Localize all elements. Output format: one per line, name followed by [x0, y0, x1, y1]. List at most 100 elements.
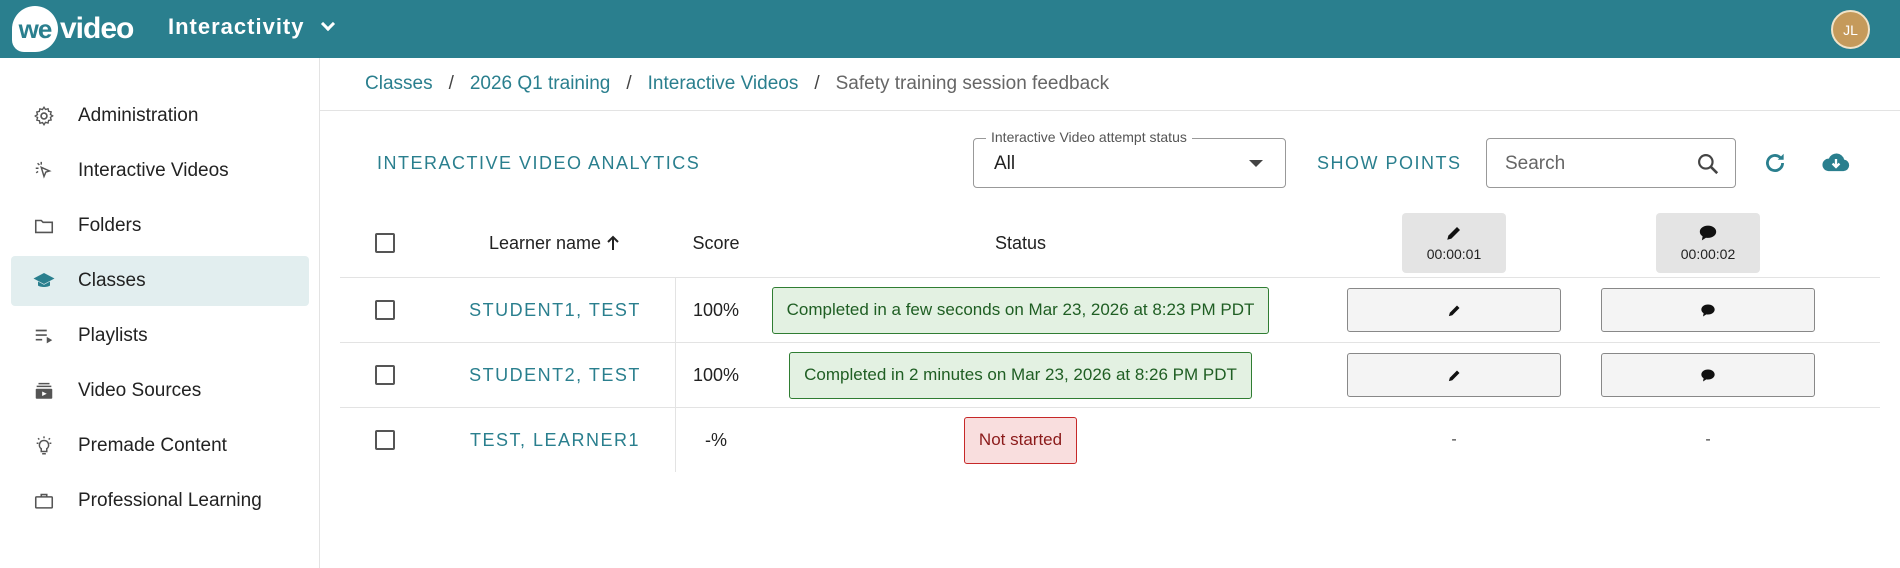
- row-select-cell: [340, 343, 430, 407]
- avatar[interactable]: JL: [1831, 10, 1870, 49]
- wevideo-logo[interactable]: we video: [12, 6, 134, 52]
- search-input[interactable]: [1505, 151, 1685, 177]
- attempt-status-value: All: [994, 153, 1016, 174]
- cursor-click-icon: [31, 158, 57, 184]
- learner-name-header: Learner name: [488, 232, 602, 253]
- breadcrumb-classes[interactable]: Classes: [365, 73, 433, 95]
- status-cell: Completed in 2 minutes on Mar 23, 2026 a…: [757, 343, 1284, 407]
- status-cell: Completed in a few seconds on Mar 23, 20…: [757, 278, 1284, 342]
- header-interaction-1: 00:00:01: [1347, 208, 1561, 278]
- download-icon[interactable]: [1820, 147, 1852, 179]
- top-bar: we video Interactivity JL: [0, 0, 1900, 58]
- comment-icon: [1698, 224, 1718, 242]
- interaction-1-button[interactable]: [1347, 353, 1561, 397]
- breadcrumb-class[interactable]: 2026 Q1 training: [470, 73, 611, 95]
- show-points-button[interactable]: SHOW POINTS: [1317, 153, 1462, 174]
- logo-text: video: [60, 12, 134, 45]
- status-badge: Not started: [963, 416, 1078, 464]
- page-title: INTERACTIVE VIDEO ANALYTICS: [377, 153, 701, 173]
- sidebar: Administration Interactive Videos Folder…: [0, 58, 320, 568]
- table-row: TEST, LEARNER1 -% Not started - -: [340, 407, 1880, 472]
- sidebar-item-professional-learning[interactable]: Professional Learning: [11, 476, 309, 526]
- row-select-cell: [340, 408, 430, 472]
- learner-name-link[interactable]: TEST, LEARNER1: [470, 430, 640, 451]
- interaction-2-empty: -: [1705, 431, 1711, 448]
- folder-icon: [31, 213, 57, 239]
- breadcrumb-interactive-videos[interactable]: Interactive Videos: [648, 73, 799, 95]
- status-badge: Completed in a few seconds on Mar 23, 20…: [771, 286, 1270, 334]
- sidebar-item-video-sources[interactable]: Video Sources: [11, 366, 309, 416]
- header-interaction-2: 00:00:02: [1601, 208, 1815, 278]
- interaction-1-cell: -: [1347, 408, 1561, 472]
- sidebar-item-label: Premade Content: [78, 435, 227, 456]
- search-icon[interactable]: [1695, 151, 1721, 177]
- table-row: STUDENT1, TEST 100% Completed in a few s…: [340, 277, 1880, 342]
- gear-icon: [31, 103, 57, 129]
- interaction-2-button[interactable]: [1601, 288, 1815, 332]
- row-checkbox[interactable]: [375, 365, 395, 385]
- row-select-cell: [340, 278, 430, 342]
- sidebar-item-premade-content[interactable]: Premade Content: [11, 421, 309, 471]
- interaction-1-header[interactable]: 00:00:01: [1402, 213, 1506, 273]
- score-value: 100%: [692, 364, 740, 385]
- breadcrumb: Classes / 2026 Q1 training / Interactive…: [365, 73, 1109, 95]
- select-all-checkbox[interactable]: [375, 233, 395, 253]
- header-learner-name[interactable]: Learner name: [435, 208, 675, 278]
- video-library-icon: [31, 378, 57, 404]
- table-row: STUDENT2, TEST 100% Completed in 2 minut…: [340, 342, 1880, 407]
- search-field[interactable]: [1486, 138, 1736, 188]
- app-switcher[interactable]: Interactivity: [168, 14, 335, 40]
- learner-name-link[interactable]: STUDENT1, TEST: [469, 300, 641, 321]
- table-header: Learner name Score Status 00:00:01 00:00…: [340, 208, 1880, 278]
- interaction-2-cell: [1601, 278, 1815, 342]
- score-value: 100%: [692, 299, 740, 320]
- interaction-2-cell: [1601, 343, 1815, 407]
- learner-name-link[interactable]: STUDENT2, TEST: [469, 365, 641, 386]
- learner-cell: TEST, LEARNER1: [435, 408, 675, 472]
- breadcrumb-separator: /: [626, 73, 632, 94]
- row-checkbox[interactable]: [375, 430, 395, 450]
- sidebar-item-label: Video Sources: [78, 380, 202, 401]
- sidebar-item-interactive-videos[interactable]: Interactive Videos: [11, 146, 309, 196]
- sidebar-item-label: Classes: [78, 270, 146, 291]
- sidebar-item-label: Playlists: [78, 325, 148, 346]
- divider: [320, 110, 1900, 111]
- breadcrumb-separator: /: [448, 73, 454, 94]
- attempt-status-select[interactable]: Interactive Video attempt status All: [973, 129, 1286, 188]
- playlist-icon: [31, 323, 57, 349]
- interaction-2-cell: -: [1601, 408, 1815, 472]
- sort-arrow-up-icon: [605, 234, 621, 252]
- app-name: Interactivity: [168, 14, 305, 39]
- learner-cell: STUDENT2, TEST: [435, 343, 675, 407]
- interaction-1-button[interactable]: [1347, 288, 1561, 332]
- sidebar-item-administration[interactable]: Administration: [11, 91, 309, 141]
- sidebar-item-classes[interactable]: Classes: [11, 256, 309, 306]
- breadcrumb-separator: /: [814, 73, 820, 94]
- score-cell: -%: [675, 408, 757, 472]
- row-checkbox[interactable]: [375, 300, 395, 320]
- sidebar-item-label: Interactive Videos: [78, 160, 229, 181]
- chevron-down-icon: [320, 16, 335, 32]
- interaction-2-button[interactable]: [1601, 353, 1815, 397]
- header-score[interactable]: Score: [675, 208, 757, 278]
- learner-cell: STUDENT1, TEST: [435, 278, 675, 342]
- interaction-1-time: 00:00:01: [1426, 246, 1482, 262]
- status-badge: Completed in 2 minutes on Mar 23, 2026 a…: [789, 351, 1252, 399]
- sidebar-item-label: Professional Learning: [78, 490, 262, 511]
- refresh-icon[interactable]: [1759, 147, 1791, 179]
- interaction-1-empty: -: [1451, 431, 1457, 448]
- score-header: Score: [692, 232, 740, 253]
- interaction-1-cell: [1347, 278, 1561, 342]
- interaction-1-cell: [1347, 343, 1561, 407]
- sidebar-item-folders[interactable]: Folders: [11, 201, 309, 251]
- interaction-2-header[interactable]: 00:00:02: [1656, 213, 1760, 273]
- attempt-status-label: Interactive Video attempt status: [986, 129, 1192, 145]
- pencil-icon: [1445, 224, 1463, 242]
- score-value: -%: [705, 429, 727, 450]
- status-cell: Not started: [757, 408, 1284, 472]
- header-status[interactable]: Status: [757, 208, 1284, 278]
- comment-icon: [1700, 303, 1716, 318]
- sidebar-item-label: Folders: [78, 215, 142, 236]
- sidebar-item-playlists[interactable]: Playlists: [11, 311, 309, 361]
- status-header: Status: [994, 232, 1047, 253]
